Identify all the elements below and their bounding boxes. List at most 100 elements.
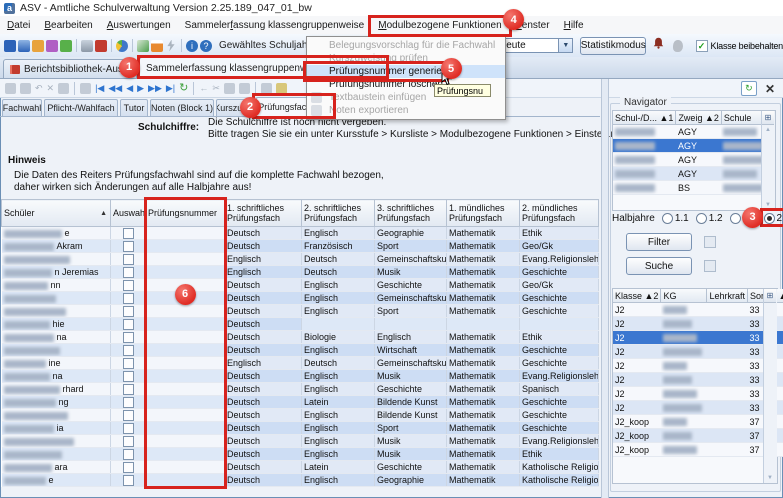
subject-cell-4[interactable]: Geschichte [520, 396, 599, 409]
column-header-5[interactable]: 3. schriftliches Prüfungsfach [375, 200, 447, 227]
filter-checkbox[interactable] [704, 236, 716, 248]
subject-cell-0[interactable]: Deutsch [225, 396, 302, 409]
table-settings-icon[interactable]: ⊞ [762, 111, 774, 125]
subject-cell-2[interactable]: Geschichte [375, 461, 447, 474]
zeitpunkt-select[interactable]: Heute ▼ [495, 38, 573, 53]
row-checkbox[interactable] [123, 475, 134, 486]
subject-cell-3[interactable]: Mathematik [447, 396, 520, 409]
school-row[interactable]: AGY [613, 125, 775, 139]
row-checkbox[interactable] [123, 319, 134, 330]
subject-cell-1[interactable]: Englisch [302, 344, 375, 357]
printer-icon[interactable] [81, 40, 93, 52]
row-checkbox[interactable] [123, 358, 134, 369]
sub-tab-1[interactable]: Pflicht-/Wahlfach [44, 99, 118, 116]
next-record-icon[interactable]: ▶ [137, 82, 144, 94]
subject-cell-0[interactable]: Englisch [225, 253, 302, 266]
row-checkbox[interactable] [123, 371, 134, 382]
column-header-7[interactable]: 2. mündliches Prüfungsfach [520, 200, 599, 227]
group-icon[interactable] [32, 40, 44, 52]
subject-cell-2[interactable]: Musik [375, 435, 447, 448]
subject-cell-1[interactable]: Latein [302, 396, 375, 409]
subject-cell-0[interactable]: Deutsch [225, 370, 302, 383]
subject-cell-4[interactable]: Geschichte [520, 305, 599, 318]
subject-cell-4[interactable]: Evang.Religionslehre [520, 435, 599, 448]
school-row[interactable]: AGY [613, 153, 775, 167]
reload-table-icon[interactable]: ↻ [741, 81, 757, 96]
fast-forward-icon[interactable]: ▶▶ [148, 82, 162, 94]
students-icon[interactable] [4, 40, 16, 52]
class-row[interactable]: J233 [613, 373, 783, 387]
subject-cell-3[interactable]: Mathematik [447, 370, 520, 383]
class-col-header-1[interactable]: KG [661, 289, 707, 303]
radio-1.1[interactable] [662, 213, 673, 224]
class-row[interactable]: J2_koop37 [613, 415, 783, 429]
school-col-header-1[interactable]: Zweig ▲2 [676, 111, 721, 125]
menu-item-3[interactable]: Sammelerfassung klassengruppenweise [178, 18, 372, 33]
subject-cell-1[interactable]: Englisch [302, 227, 375, 240]
subject-cell-4[interactable]: Geschichte [520, 357, 599, 370]
first-record-icon[interactable]: |◀ [95, 82, 104, 94]
subject-cell-1[interactable]: Englisch [302, 409, 375, 422]
subject-cell-0[interactable]: Deutsch [225, 474, 302, 487]
class-row[interactable]: J233 [613, 387, 783, 401]
row-checkbox[interactable] [123, 267, 134, 278]
statistikmodus-button[interactable]: Statistikmodus [580, 37, 646, 55]
subject-cell-2[interactable]: Wirtschaft [375, 344, 447, 357]
subject-cell-0[interactable]: Deutsch [225, 331, 302, 344]
row-checkbox[interactable] [123, 228, 134, 239]
subject-cell-3[interactable]: Mathematik [447, 279, 520, 292]
column-header-4[interactable]: 2. schriftliches Prüfungsfach [302, 200, 375, 227]
subject-cell-4[interactable]: Ethik [520, 331, 599, 344]
subject-cell-2[interactable] [375, 318, 447, 331]
subject-cell-4[interactable]: Ethik [520, 227, 599, 240]
subject-cell-4[interactable]: Katholische Religio... [520, 461, 599, 474]
row-checkbox[interactable] [123, 280, 134, 291]
row-checkbox[interactable] [123, 254, 134, 265]
scroll-down-icon[interactable]: ▼ [764, 475, 776, 481]
sub-tab-3[interactable]: Noten (Block 1) [150, 99, 214, 116]
bell-icon[interactable] [652, 36, 665, 55]
subject-cell-3[interactable]: Mathematik [447, 474, 520, 487]
menu-item-2[interactable]: Auswertungen [100, 18, 178, 33]
menu-item-6[interactable]: Hilfe [557, 18, 591, 33]
fast-backward-icon[interactable]: ◀◀ [108, 82, 122, 94]
subject-cell-4[interactable]: Geschichte [520, 422, 599, 435]
subject-cell-3[interactable]: Mathematik [447, 266, 520, 279]
subject-cell-1[interactable]: Englisch [302, 435, 375, 448]
class-row[interactable]: J233 [613, 345, 783, 359]
menu-item-1[interactable]: Bearbeiten [37, 18, 99, 33]
class-row[interactable]: J233 [613, 317, 783, 331]
subject-cell-1[interactable]: Englisch [302, 474, 375, 487]
column-header-6[interactable]: 1. mündliches Prüfungsfach [447, 200, 520, 227]
subject-cell-1[interactable]: Englisch [302, 305, 375, 318]
class-row[interactable]: J233 [613, 331, 783, 345]
school-row[interactable]: BS [613, 181, 775, 195]
monitor-icon[interactable] [18, 40, 30, 52]
subject-cell-1[interactable]: Englisch [302, 279, 375, 292]
klasse-beibehalten-checkbox[interactable]: ✓ [696, 40, 708, 52]
subject-cell-2[interactable]: Bildende Kunst [375, 396, 447, 409]
subject-cell-0[interactable]: Deutsch [225, 422, 302, 435]
row-checkbox[interactable] [123, 436, 134, 447]
subject-cell-3[interactable]: Mathematik [447, 461, 520, 474]
subject-cell-1[interactable]: Latein [302, 461, 375, 474]
subject-cell-0[interactable]: Deutsch [225, 240, 302, 253]
subject-cell-4[interactable] [520, 318, 599, 331]
refresh-icon[interactable]: ↻ [179, 82, 188, 94]
subject-cell-4[interactable]: Geo/Gk [520, 279, 599, 292]
subject-cell-2[interactable]: Geschichte [375, 383, 447, 396]
subject-cell-1[interactable]: Deutsch [302, 266, 375, 279]
subject-cell-0[interactable]: Deutsch [225, 344, 302, 357]
subject-cell-0[interactable]: Deutsch [225, 461, 302, 474]
subject-cell-1[interactable]: Biologie [302, 331, 375, 344]
subject-cell-2[interactable]: Musik [375, 448, 447, 461]
subject-cell-4[interactable]: Katholische Religio... [520, 474, 599, 487]
subject-cell-1[interactable]: Deutsch [302, 253, 375, 266]
subject-cell-3[interactable]: Mathematik [447, 227, 520, 240]
subject-cell-0[interactable]: Deutsch [225, 409, 302, 422]
row-checkbox[interactable] [123, 293, 134, 304]
subject-cell-0[interactable]: Deutsch [225, 305, 302, 318]
pie-chart-icon[interactable] [116, 40, 128, 52]
table-settings-icon[interactable]: ⊞ [764, 289, 776, 303]
subject-cell-2[interactable]: Musik [375, 266, 447, 279]
